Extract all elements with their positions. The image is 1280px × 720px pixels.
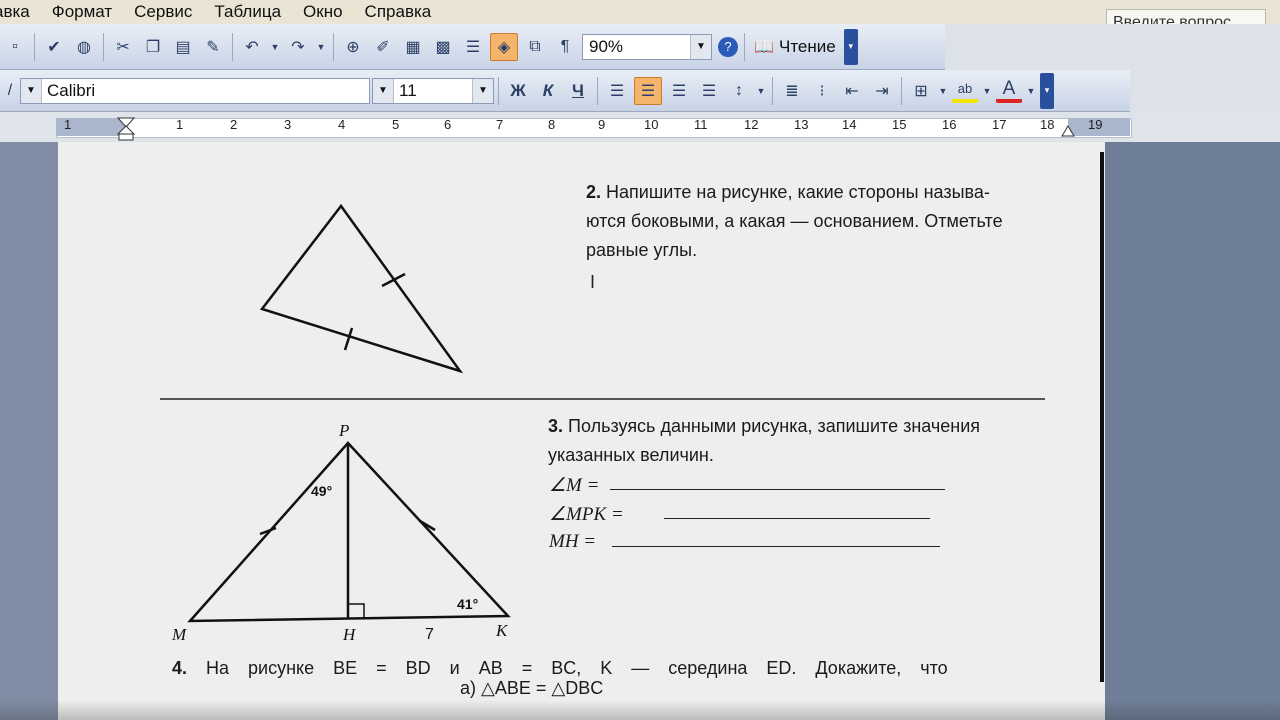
vertex-label-k: K <box>495 621 509 640</box>
angle-label-p: 49° <box>311 483 332 499</box>
vertex-label-h: H <box>342 625 357 644</box>
bottom-shadow <box>0 700 1280 720</box>
figure-triangle-task3: P M H K 49° 41° 7 <box>171 421 511 644</box>
vertex-label-p: P <box>338 421 349 440</box>
angle-label-k: 41° <box>457 596 478 612</box>
vertex-label-m: M <box>171 625 187 644</box>
segment-label-hk: 7 <box>425 626 434 643</box>
task-number: 4. <box>172 658 188 678</box>
task-4-sub: а) △ABE = △DBC <box>460 678 604 698</box>
